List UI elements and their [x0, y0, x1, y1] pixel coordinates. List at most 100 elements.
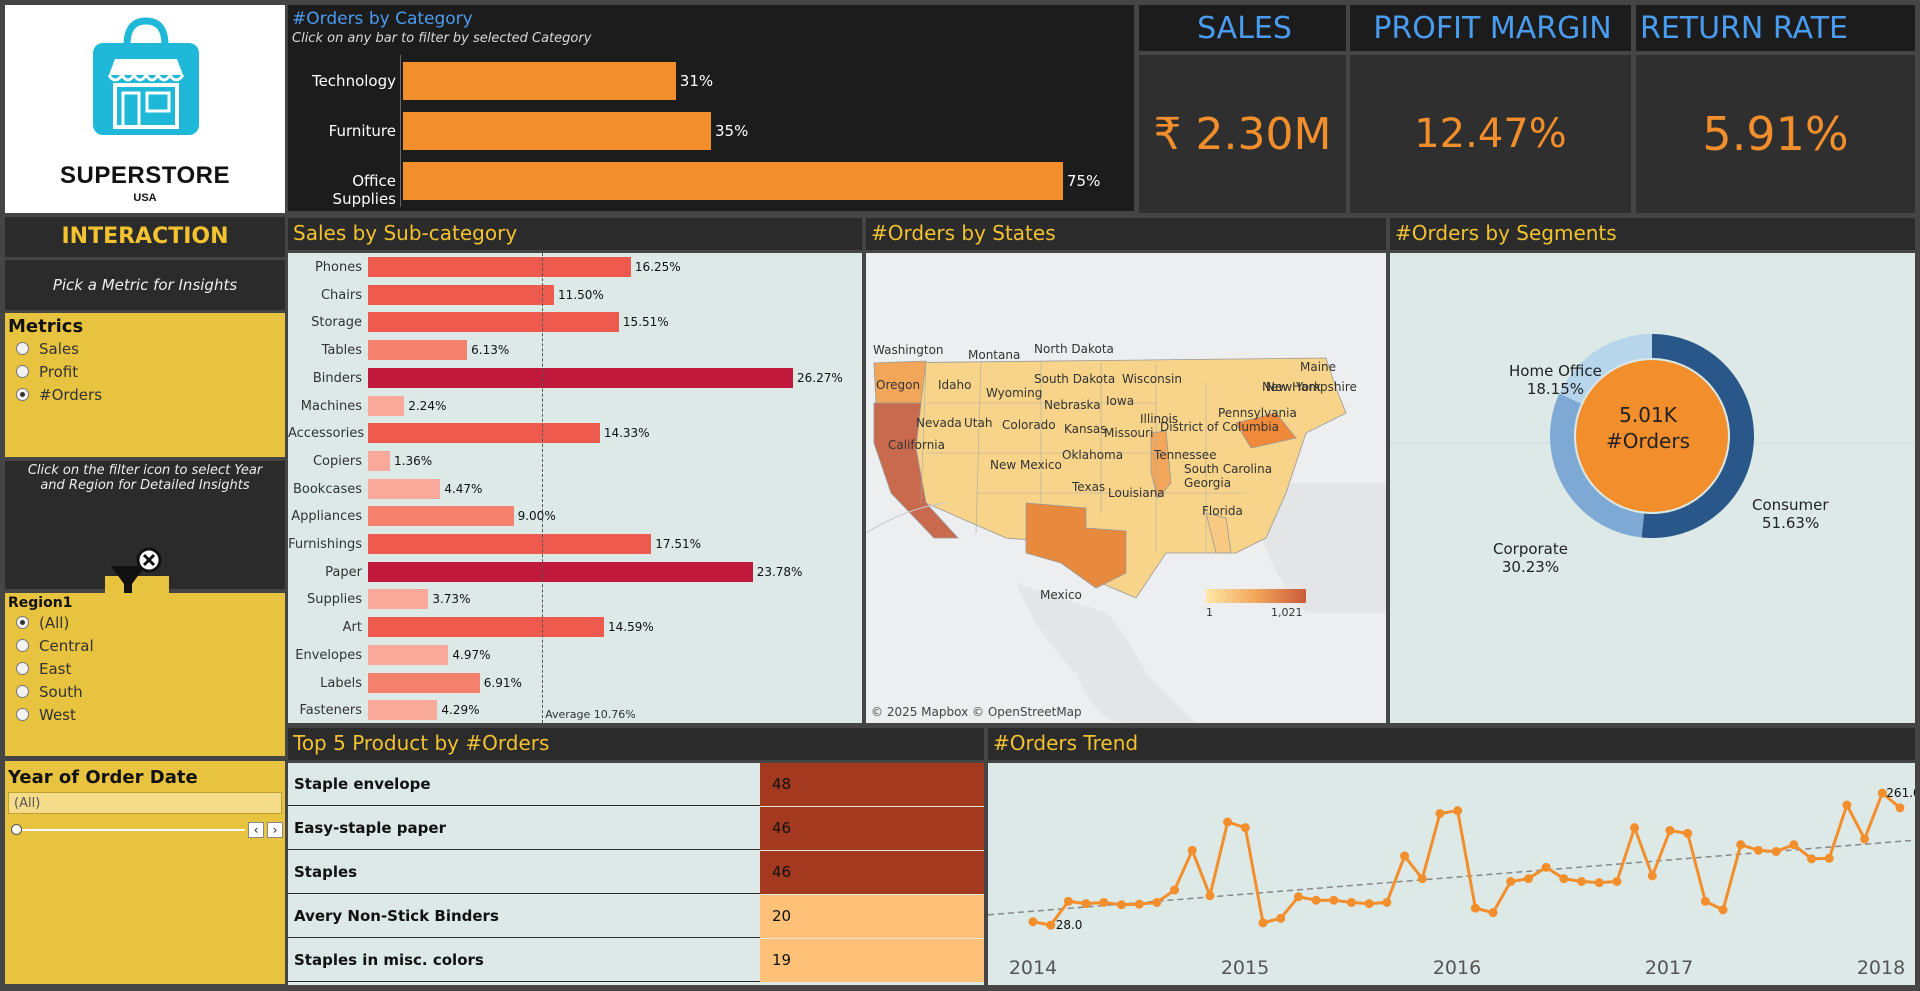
year-select[interactable]: (All)	[8, 792, 282, 814]
subcategory-row[interactable]: Paper 23.78%	[288, 561, 862, 582]
data-point[interactable]	[1134, 899, 1144, 909]
subcategory-row[interactable]: Envelopes 4.97%	[288, 644, 862, 665]
region-option[interactable]: South	[8, 680, 282, 703]
data-point[interactable]	[1488, 908, 1498, 918]
category-bar[interactable]	[403, 162, 1063, 200]
data-point[interactable]	[1665, 826, 1675, 835]
data-point[interactable]	[1577, 877, 1587, 886]
region-option[interactable]: West	[8, 703, 282, 726]
category-label[interactable]: Office Supplies	[288, 172, 396, 208]
data-point[interactable]	[1417, 874, 1427, 884]
subcategory-bar[interactable]	[368, 423, 600, 444]
category-label[interactable]: Furniture	[288, 122, 396, 140]
subcategory-bar[interactable]	[368, 367, 793, 388]
subcategory-bar[interactable]	[368, 284, 555, 305]
table-row[interactable]: Staple envelope 48	[288, 763, 984, 806]
category-bar[interactable]	[403, 112, 711, 150]
subcategory-bar[interactable]	[368, 312, 619, 333]
radio-button[interactable]	[16, 616, 29, 629]
subcategory-bar[interactable]	[368, 478, 441, 499]
data-point[interactable]	[1205, 891, 1215, 901]
table-row[interactable]: Staples in misc. colors 19	[288, 939, 984, 982]
year-prev-button[interactable]: ‹	[248, 822, 264, 838]
metric-option[interactable]: #Orders	[8, 383, 282, 406]
category-bar[interactable]	[403, 62, 676, 100]
category-label[interactable]: Technology	[288, 72, 396, 90]
data-point[interactable]	[1736, 840, 1746, 850]
region-option[interactable]: East	[8, 657, 282, 680]
subcategory-row[interactable]: Appliances 9.00%	[288, 506, 862, 527]
subcategory-bar[interactable]	[368, 644, 449, 665]
data-point[interactable]	[1523, 874, 1533, 884]
data-point[interactable]	[1063, 896, 1073, 906]
data-point[interactable]	[1860, 834, 1870, 844]
subcategory-bar[interactable]	[368, 506, 514, 527]
data-point[interactable]	[1807, 854, 1817, 864]
subcategory-row[interactable]: Binders 26.27%	[288, 367, 862, 388]
data-point[interactable]	[1028, 917, 1038, 927]
metric-option[interactable]: Sales	[8, 337, 282, 360]
subcategory-row[interactable]: Chairs 11.50%	[288, 284, 862, 305]
data-point[interactable]	[1895, 803, 1905, 813]
trend-chart[interactable]: 28.0 261.0 2014 2015 2016 2017 2018	[988, 763, 1915, 985]
data-point[interactable]	[1700, 896, 1710, 906]
region-option[interactable]: (All)	[8, 611, 282, 634]
data-point[interactable]	[1170, 885, 1180, 895]
subcategory-bar[interactable]	[368, 257, 631, 277]
data-point[interactable]	[1081, 899, 1091, 909]
subcategory-row[interactable]: Machines 2.24%	[288, 395, 862, 416]
data-point[interactable]	[1541, 862, 1551, 872]
radio-button[interactable]	[16, 708, 29, 721]
subcategory-bar[interactable]	[368, 617, 605, 638]
data-point[interactable]	[1630, 823, 1640, 833]
table-row[interactable]: Staples 46	[288, 851, 984, 894]
subcategory-row[interactable]: Bookcases 4.47%	[288, 478, 862, 499]
subcategory-row[interactable]: Labels 6.91%	[288, 672, 862, 693]
data-point[interactable]	[1470, 903, 1480, 913]
radio-button[interactable]	[16, 388, 29, 401]
data-point[interactable]	[1824, 853, 1834, 863]
data-point[interactable]	[1293, 892, 1303, 902]
radio-button[interactable]	[16, 342, 29, 355]
data-point[interactable]	[1559, 874, 1569, 884]
data-point[interactable]	[1789, 840, 1799, 850]
subcategory-row[interactable]: Furnishings 17.51%	[288, 534, 862, 554]
table-row[interactable]: Easy-staple paper 46	[288, 807, 984, 850]
data-point[interactable]	[1187, 845, 1197, 855]
subcategory-bar[interactable]	[368, 589, 429, 610]
subcategory-bar[interactable]	[368, 450, 390, 471]
data-point[interactable]	[1099, 897, 1109, 907]
data-point[interactable]	[1842, 800, 1852, 810]
data-point[interactable]	[1753, 845, 1763, 855]
data-point[interactable]	[1506, 877, 1516, 886]
data-point[interactable]	[1329, 895, 1339, 905]
year-next-button[interactable]: ›	[267, 822, 283, 838]
subcategory-row[interactable]: Art 14.59%	[288, 617, 862, 638]
data-point[interactable]	[1258, 918, 1268, 928]
radio-button[interactable]	[16, 365, 29, 378]
data-point[interactable]	[1346, 897, 1356, 907]
year-slider-track[interactable]	[15, 829, 245, 831]
data-point[interactable]	[1223, 817, 1233, 827]
table-row[interactable]: Avery Non-Stick Binders 20	[288, 895, 984, 938]
metric-option[interactable]: Profit	[8, 360, 282, 383]
data-point[interactable]	[1240, 823, 1250, 833]
subcategory-row[interactable]: Supplies 3.73%	[288, 589, 862, 610]
region-option[interactable]: Central	[8, 634, 282, 657]
orders-map[interactable]: 1 1,021 © 2025 Mapbox © OpenStreetMap Wa…	[866, 253, 1386, 723]
year-slider-handle[interactable]	[11, 824, 22, 835]
data-point[interactable]	[1382, 897, 1392, 907]
data-point[interactable]	[1771, 846, 1781, 856]
subcategory-row[interactable]: Storage 15.51%	[288, 312, 862, 333]
subcategory-row[interactable]: Tables 6.13%	[288, 340, 862, 361]
data-point[interactable]	[1116, 900, 1126, 910]
data-point[interactable]	[1647, 871, 1657, 881]
data-point[interactable]	[1046, 920, 1056, 930]
subcategory-bar[interactable]	[368, 534, 652, 554]
subcategory-bar[interactable]	[368, 340, 468, 361]
data-point[interactable]	[1718, 905, 1728, 915]
data-point[interactable]	[1453, 806, 1463, 816]
segments-donut[interactable]	[1390, 253, 1915, 723]
data-point[interactable]	[1276, 913, 1286, 923]
data-point[interactable]	[1152, 897, 1162, 907]
